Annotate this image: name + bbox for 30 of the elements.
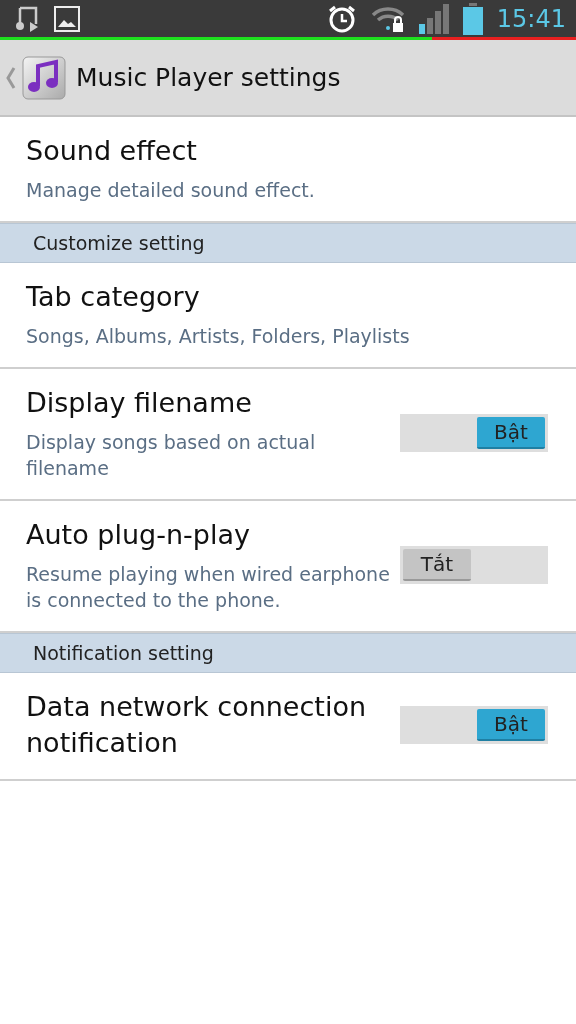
back-chevron-icon[interactable] <box>6 66 16 89</box>
switch-thumb[interactable]: Bật <box>477 709 545 741</box>
toggle-switch[interactable]: Bật <box>400 414 548 452</box>
alarm-clock-icon <box>326 3 357 34</box>
settings-row[interactable]: Data network connection notification Bật <box>0 673 576 781</box>
setting-summary: Songs, Albums, Artists, Folders, Playlists <box>26 324 411 349</box>
setting-summary: Resume playing when wired earphone is connected to the phone. <box>26 562 391 613</box>
setting-title: Data network connection notification <box>26 690 368 760</box>
toggle-switch[interactable]: Bật <box>400 706 548 744</box>
setting-title: Display filename <box>26 386 253 420</box>
toggle-switch[interactable]: Tắt <box>400 546 548 584</box>
music-app-icon <box>22 55 66 100</box>
screen-title: Music Player settings <box>76 63 341 92</box>
wifi-lock-icon <box>370 4 405 33</box>
setting-summary: Display songs based on actual filename <box>26 430 317 481</box>
switch-thumb[interactable]: Bật <box>477 417 545 449</box>
section-title: Customize setting <box>33 232 205 254</box>
settings-row[interactable]: Tab category Songs, Albums, Artists, Folders, Playlists <box>0 263 576 369</box>
clock-time: 15:41 <box>496 4 566 33</box>
setting-title: Auto plug-n-play <box>26 518 251 552</box>
music-note-icon <box>16 5 40 32</box>
signal-icon <box>418 3 449 34</box>
battery-icon <box>462 2 483 35</box>
switch-thumb[interactable]: Tắt <box>403 549 471 581</box>
setting-title: Sound effect <box>26 134 198 168</box>
section-title: Notification setting <box>33 642 214 664</box>
setting-title: Tab category <box>26 280 201 314</box>
image-icon <box>54 5 80 32</box>
setting-summary: Manage detailed sound effect. <box>26 178 316 203</box>
settings-row[interactable]: Display filename Display songs based on actual filename Bật <box>0 369 576 501</box>
